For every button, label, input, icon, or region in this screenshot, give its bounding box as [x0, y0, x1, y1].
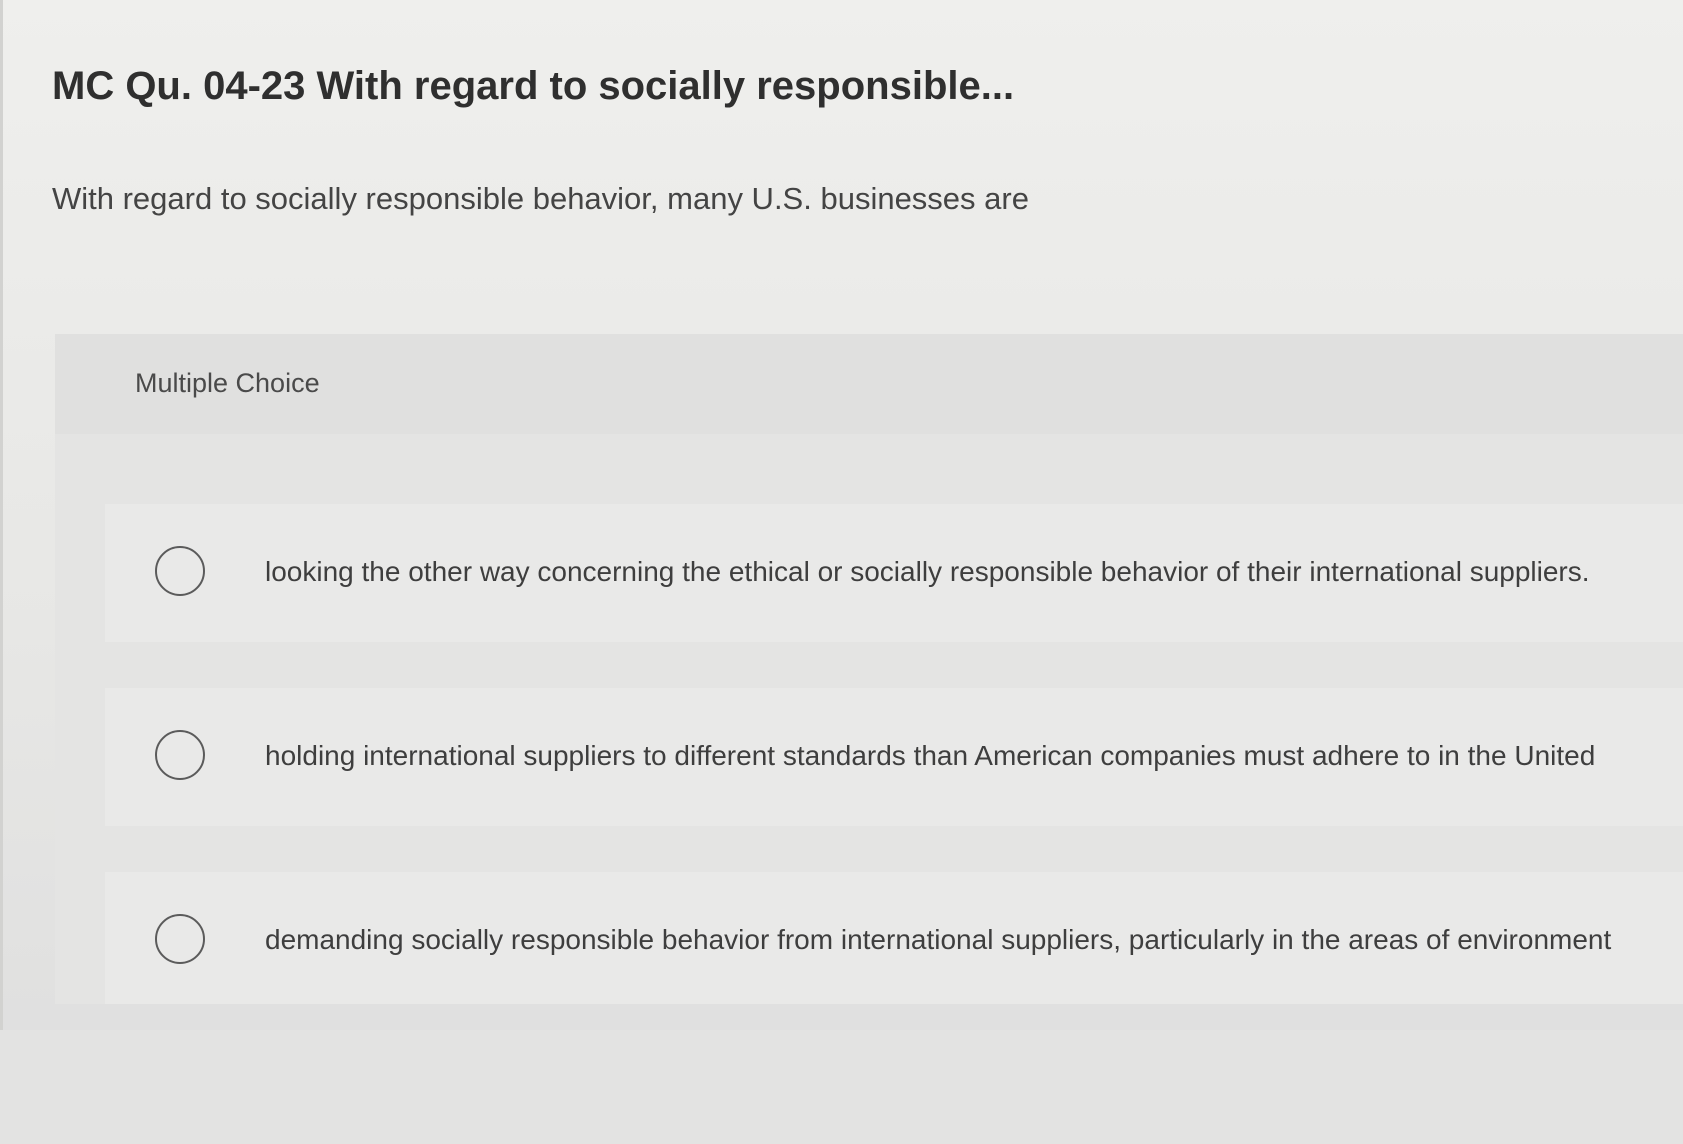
answer-option-1[interactable]: looking the other way concerning the eth…: [105, 504, 1683, 642]
answer-option-2[interactable]: holding international suppliers to diffe…: [105, 688, 1683, 826]
radio-button-option-2[interactable]: [155, 730, 205, 780]
question-title: MC Qu. 04-23 With regard to socially res…: [52, 64, 1015, 108]
question-prompt: With regard to socially responsible beha…: [52, 181, 1029, 216]
answer-option-3-text[interactable]: demanding socially responsible behavior …: [265, 924, 1611, 956]
radio-button-option-1[interactable]: [155, 546, 205, 596]
answer-option-3[interactable]: demanding socially responsible behavior …: [105, 872, 1683, 1004]
answer-option-2-text[interactable]: holding international suppliers to diffe…: [265, 740, 1595, 772]
answer-option-1-text[interactable]: looking the other way concerning the eth…: [265, 556, 1590, 588]
multiple-choice-header: Multiple Choice: [55, 334, 1683, 434]
multiple-choice-label: Multiple Choice: [135, 368, 320, 398]
page-left-edge: [0, 0, 3, 1144]
multiple-choice-panel: Multiple Choice looking the other way co…: [55, 334, 1683, 1004]
radio-button-option-3[interactable]: [155, 914, 205, 964]
page-footer-area: [0, 1030, 1683, 1144]
